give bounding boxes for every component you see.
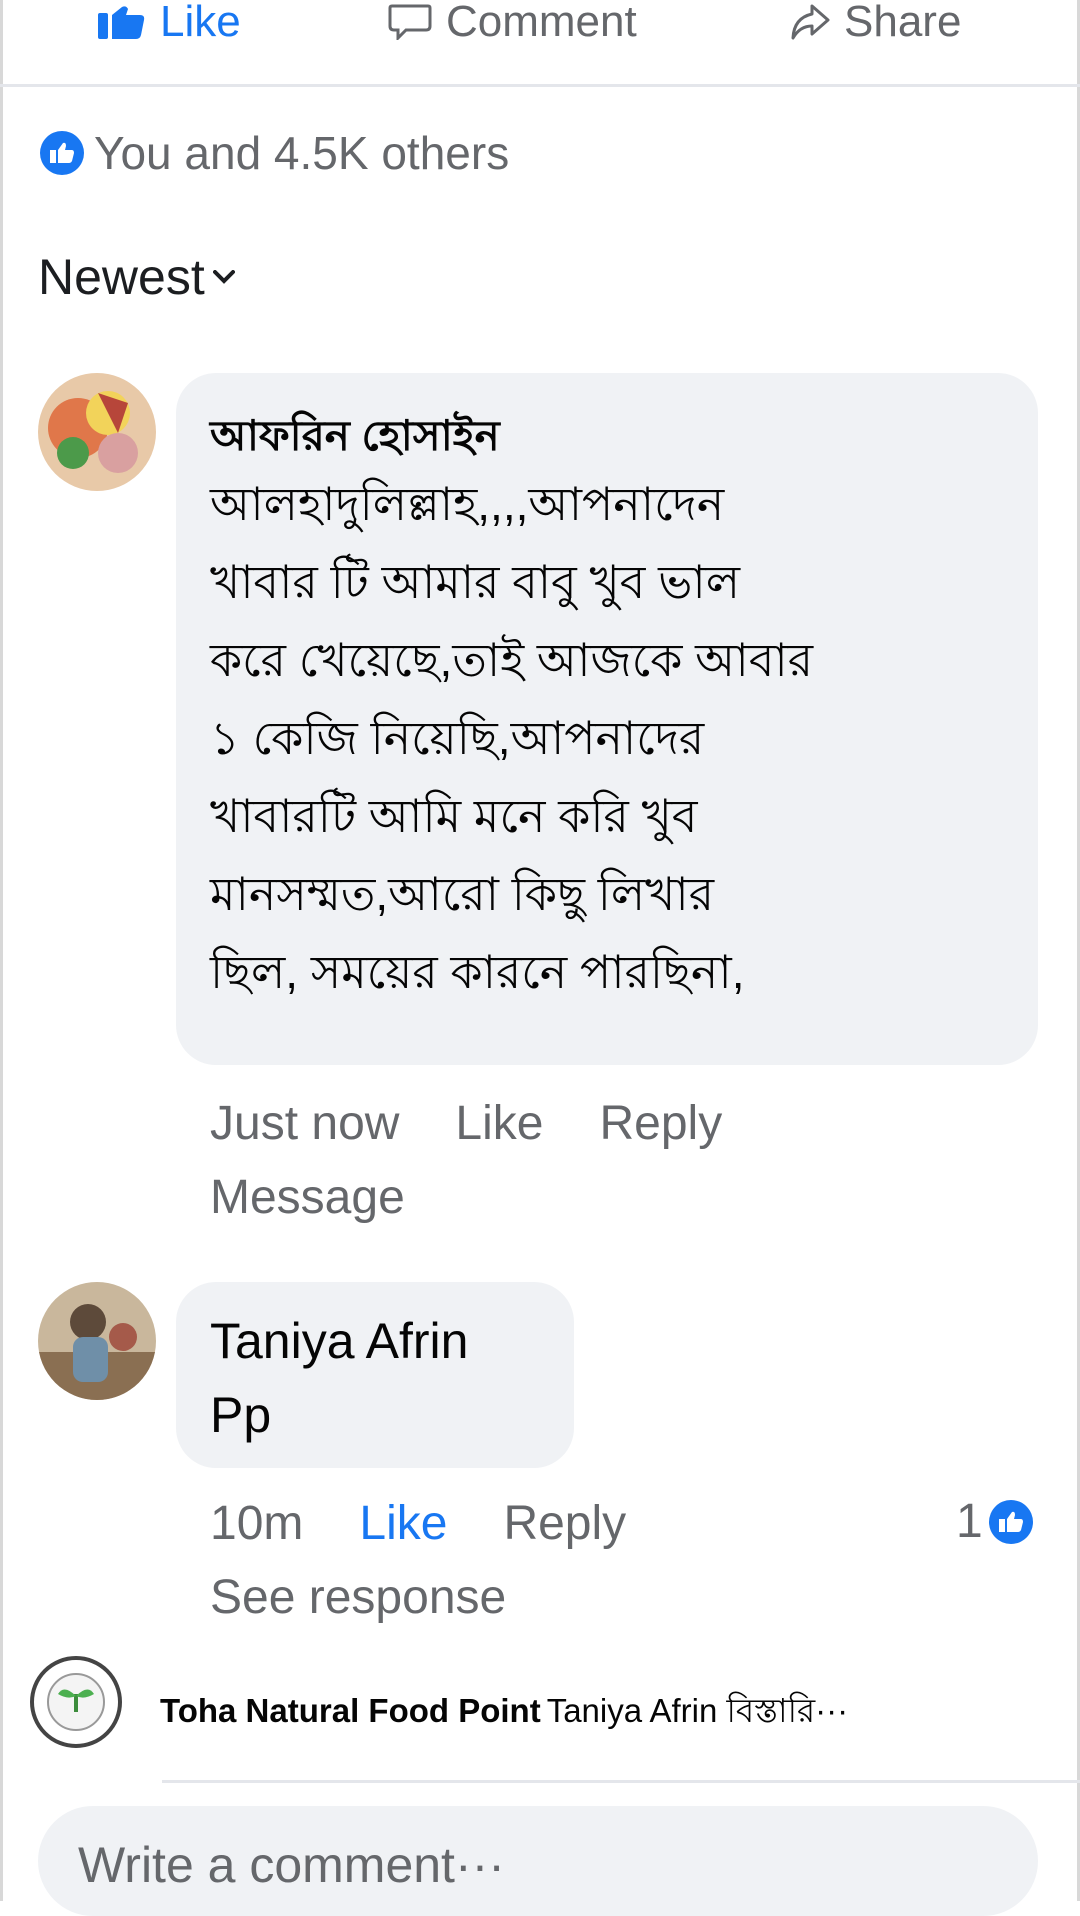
see-response-link[interactable]: See response: [210, 1570, 506, 1625]
share-label: Share: [844, 0, 962, 46]
like-reaction-icon: [988, 1499, 1033, 1544]
chevron-down-icon: [212, 270, 235, 284]
like-reaction-icon: [40, 131, 84, 175]
comment-meta: Just now Like Reply: [210, 1096, 722, 1151]
share-icon: [791, 4, 830, 40]
comment-text: আলহাদুলিল্লাহ,,,,আপনাদেন খাবার টি আমার ব…: [210, 465, 813, 1011]
reaction-count: 1: [956, 1495, 983, 1548]
comment-line: করে খেয়েছে,তাই আজকে আবার: [210, 634, 814, 686]
comment-line: ১ কেজি নিয়েছি,আপনাদের: [210, 712, 705, 764]
reactions-summary[interactable]: You and 4.5K others: [40, 126, 509, 180]
comment-button[interactable]: Comment: [388, 0, 637, 44]
comment-bubble: Taniya Afrin Pp: [176, 1282, 574, 1468]
share-button[interactable]: Share: [790, 0, 961, 44]
comment-reply-button[interactable]: Reply: [503, 1496, 626, 1551]
comment-bubble: আফরিন হোসাইন আলহাদুলিল্লাহ,,,,আপনাদেন খা…: [176, 373, 1038, 1065]
avatar[interactable]: [38, 1282, 156, 1400]
comment-line: আলহাদুলিল্লাহ,,,,আপনাদেন: [210, 478, 725, 530]
comment-line: ছিল, সময়ের কারনে পারছিনা,: [210, 946, 745, 998]
comment-icon: [388, 4, 432, 40]
comment-time: 10m: [210, 1497, 304, 1550]
comment-line: খাবারটি আমি মনে করি খুব: [210, 790, 698, 842]
comment-input-placeholder: Write a comment···: [78, 1837, 505, 1893]
comment-like-button[interactable]: Like: [359, 1496, 447, 1551]
comment-author[interactable]: Taniya Afrin: [210, 1312, 468, 1370]
thumbs-up-icon: [98, 6, 145, 39]
divider: [162, 1780, 1080, 1783]
frame-edge-left: [0, 0, 3, 1901]
like-button[interactable]: Like: [96, 0, 241, 44]
message-link[interactable]: Message: [210, 1170, 405, 1225]
comment-line: মানসম্মত,আরো কিছু লিখার: [210, 868, 715, 920]
sort-dropdown[interactable]: Newest: [38, 248, 235, 306]
page-logo-icon: [30, 1656, 122, 1748]
like-label: Like: [160, 0, 241, 46]
comment-time: Just now: [210, 1097, 400, 1150]
comment-reply-button[interactable]: Reply: [599, 1096, 722, 1151]
page-reply: Toha Natural Food Point Taniya Afrin বিস্…: [160, 1685, 848, 1741]
comment-meta: 10m Like Reply: [210, 1496, 626, 1551]
reactions-text: You and 4.5K others: [94, 127, 510, 179]
avatar-image: [38, 1282, 156, 1400]
post-action-bar: Like Comment Share: [0, 0, 1080, 87]
comment-reaction-count[interactable]: 1: [956, 1494, 1033, 1549]
sort-label: Newest: [38, 249, 205, 305]
page-name[interactable]: Toha Natural Food Point: [160, 1692, 541, 1729]
page-avatar[interactable]: [28, 1654, 124, 1750]
comment-author[interactable]: আফরিন হোসাইন: [210, 403, 500, 474]
comment-composer[interactable]: Write a comment···: [38, 1806, 1038, 1916]
comment-text: Pp: [210, 1387, 272, 1443]
comment-label: Comment: [446, 0, 637, 46]
avatar[interactable]: [38, 373, 156, 491]
avatar-image: [38, 373, 156, 491]
comment-like-button[interactable]: Like: [455, 1096, 543, 1151]
comment-line: খাবার টি আমার বাবু খুব ভাল: [210, 556, 741, 608]
page-reply-text: Taniya Afrin বিস্তারি···: [546, 1692, 849, 1729]
